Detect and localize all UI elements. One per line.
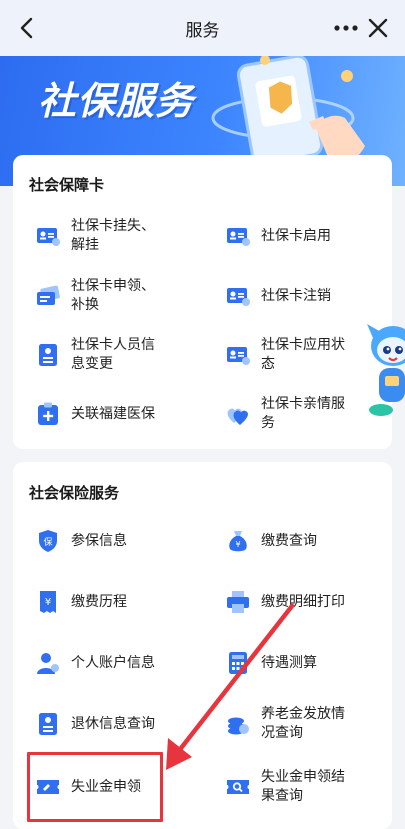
- id-card-icon: [227, 347, 250, 365]
- item-label-line2: 解挂: [71, 237, 99, 253]
- medical-plus-icon: [38, 402, 58, 425]
- item-label: 退休信息查询: [71, 715, 155, 732]
- item-label-line2: 况查询: [261, 725, 303, 741]
- svg-text:¥: ¥: [45, 597, 51, 608]
- item-label-line2: 果查询: [261, 788, 303, 804]
- profile-document-icon: [39, 713, 57, 735]
- item-label: 参保信息: [71, 532, 127, 549]
- item-label: 缴费明细打印: [261, 593, 345, 610]
- calculator-icon: [229, 652, 247, 674]
- item-label-line2: 务: [261, 415, 275, 431]
- id-card-icon: [227, 288, 250, 306]
- item-label-line2: 息变更: [71, 356, 113, 372]
- menu-item-unemployment-result[interactable]: 失业金申领结 果查询: [225, 768, 345, 806]
- ticket-search-icon: [227, 780, 249, 794]
- item-label: 社保卡启用: [261, 227, 331, 244]
- menu-item-payment-detail-print[interactable]: 缴费明细打印: [225, 587, 345, 617]
- id-card-icon: [227, 228, 250, 246]
- menu-item-payment-query[interactable]: ¥ 缴费查询: [225, 526, 317, 556]
- receipt-yuan-icon: ¥: [40, 591, 56, 613]
- item-label-line1: 社保卡应用状: [261, 337, 345, 353]
- profile-document-icon: [39, 344, 57, 366]
- menu-item-link-fujian-medical[interactable]: 关联福建医保: [35, 395, 155, 433]
- item-label-line1: 失业金申领结: [261, 769, 345, 785]
- highlight-box: [27, 752, 163, 822]
- shield-icon: 保: [39, 530, 57, 552]
- card-swap-icon: [37, 285, 60, 305]
- money-bag-icon: ¥: [229, 531, 247, 552]
- menu-item-payment-history[interactable]: ¥ 缴费历程: [35, 587, 127, 617]
- menu-item-benefit-calc[interactable]: 待遇测算: [225, 648, 317, 678]
- mascot-character[interactable]: [363, 318, 405, 418]
- item-label: 缴费历程: [71, 593, 127, 610]
- svg-text:¥: ¥: [235, 540, 240, 549]
- printer-icon: [227, 591, 249, 613]
- section-title: 社会保障卡: [29, 176, 105, 194]
- svg-text:保: 保: [43, 536, 52, 548]
- item-label-line1: 社保卡挂失、: [71, 218, 155, 234]
- item-label-line1: 社保卡亲情服: [261, 396, 345, 412]
- top-navigation-bar: 服务: [0, 0, 405, 56]
- id-card-icon: [37, 228, 60, 246]
- item-label-line1: 养老金发放情: [261, 706, 345, 722]
- more-dots-icon[interactable]: [333, 17, 359, 39]
- item-label-line2: 态: [261, 356, 275, 372]
- close-icon[interactable]: [365, 15, 391, 41]
- section-title: 社会保险服务: [29, 484, 120, 502]
- item-label: 待遇测算: [261, 654, 317, 671]
- menu-item-insurance-info[interactable]: 保 参保信息: [35, 526, 127, 556]
- menu-item-card-person-info-change[interactable]: 社保卡人员信 息变更: [35, 336, 155, 374]
- menu-item-card-cancel[interactable]: 社保卡注销: [225, 277, 331, 315]
- menu-item-pension-payout[interactable]: 养老金发放情 况查询: [225, 705, 345, 743]
- page-title: 服务: [185, 20, 220, 41]
- banner-title: 社保服务: [38, 79, 195, 123]
- social-security-card-section: 社会保障卡 社保卡挂失、 解挂 社保卡启用 社保卡申领、 补换 社保卡注销 社保…: [13, 155, 392, 449]
- hearts-icon: [227, 408, 248, 425]
- item-label: 关联福建医保: [71, 405, 155, 422]
- menu-item-card-loss-report[interactable]: 社保卡挂失、 解挂: [35, 217, 155, 255]
- coin-stack-icon: [228, 717, 249, 735]
- phone-hand-illustration: [211, 56, 365, 166]
- menu-item-card-family-service[interactable]: 社保卡亲情服务: [225, 395, 345, 433]
- item-label-line1: 社保卡申领、: [71, 278, 155, 294]
- item-label: 缴费查询: [261, 532, 317, 549]
- item-label: 社保卡注销: [261, 287, 331, 304]
- menu-item-card-activate[interactable]: 社保卡启用: [225, 217, 331, 255]
- item-label-line1: 社保卡人员信: [71, 337, 155, 353]
- back-chevron-icon[interactable]: [14, 14, 42, 42]
- user-account-icon: [37, 653, 59, 674]
- menu-item-card-app-status[interactable]: 社保卡应用状态: [225, 336, 345, 374]
- menu-item-retirement-info[interactable]: 退休信息查询: [35, 709, 155, 739]
- item-label: 个人账户信息: [71, 654, 155, 671]
- item-label-line2: 补换: [71, 297, 99, 313]
- menu-item-card-apply-replace[interactable]: 社保卡申领、 补换: [35, 277, 155, 315]
- menu-item-personal-account[interactable]: 个人账户信息: [35, 648, 155, 678]
